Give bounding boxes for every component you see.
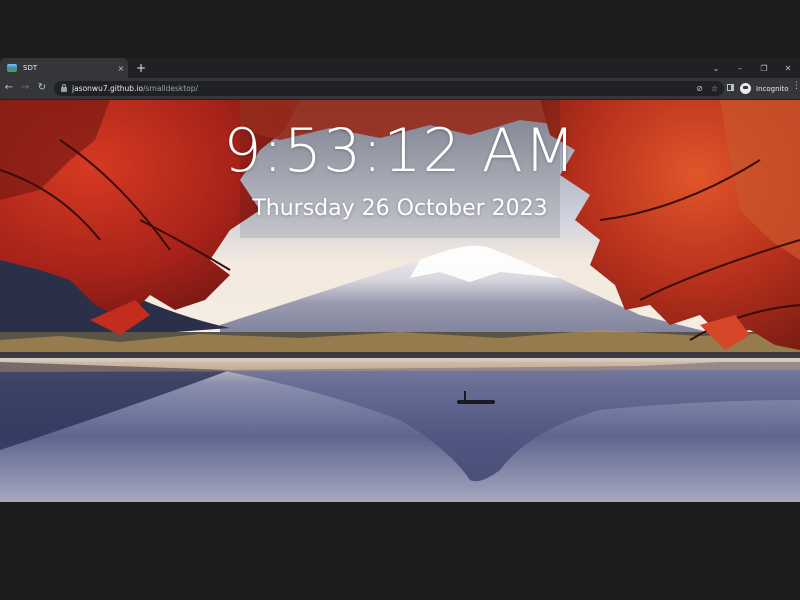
site-favicon-icon bbox=[7, 64, 17, 72]
lock-icon[interactable] bbox=[61, 84, 67, 92]
incognito-label: Incognito bbox=[756, 84, 789, 93]
tab-title: SDT bbox=[23, 64, 38, 72]
close-window-button[interactable]: ✕ bbox=[776, 64, 800, 73]
tab-search-dropdown-icon[interactable]: ⌄ bbox=[704, 64, 728, 73]
page-viewport: 9:53:12 AM Thursday 26 October 2023 bbox=[0, 100, 800, 502]
incognito-icon bbox=[740, 83, 751, 94]
side-panel-icon[interactable] bbox=[727, 84, 734, 91]
reload-button[interactable]: ↻ bbox=[35, 81, 49, 95]
tab-sdt[interactable]: SDT × bbox=[0, 58, 128, 78]
new-tab-button[interactable]: + bbox=[134, 60, 148, 76]
forward-button[interactable]: → bbox=[18, 81, 32, 95]
bookmark-star-icon[interactable]: ☆ bbox=[711, 84, 718, 93]
tracking-protection-eye-icon[interactable]: ⊘ bbox=[696, 84, 703, 93]
browser-toolbar: ← → ↻ jasonwu7.github.io /smalldesktop/ … bbox=[0, 78, 800, 100]
clock-date: Thursday 26 October 2023 bbox=[252, 196, 548, 221]
tab-close-icon[interactable]: × bbox=[114, 64, 128, 73]
url-path: /smalldesktop/ bbox=[143, 84, 199, 93]
back-button[interactable]: ← bbox=[2, 81, 16, 95]
browser-menu-icon[interactable]: ⋮ bbox=[792, 81, 800, 91]
window-controls: ⌄ – ❐ ✕ bbox=[704, 58, 800, 78]
address-bar[interactable]: jasonwu7.github.io /smalldesktop/ ⊘ ☆ bbox=[54, 81, 724, 96]
incognito-profile-button[interactable]: Incognito bbox=[740, 81, 788, 96]
restore-button[interactable]: ❐ bbox=[752, 64, 776, 73]
url-host: jasonwu7.github.io bbox=[72, 84, 144, 93]
screen-letterbox-bottom bbox=[0, 502, 800, 600]
minimize-button[interactable]: – bbox=[728, 64, 752, 73]
screen-letterbox-top bbox=[0, 0, 800, 58]
clock-time: 9:53:12 AM bbox=[223, 116, 577, 186]
tab-strip: SDT × + ⌄ – ❐ ✕ bbox=[0, 58, 800, 78]
